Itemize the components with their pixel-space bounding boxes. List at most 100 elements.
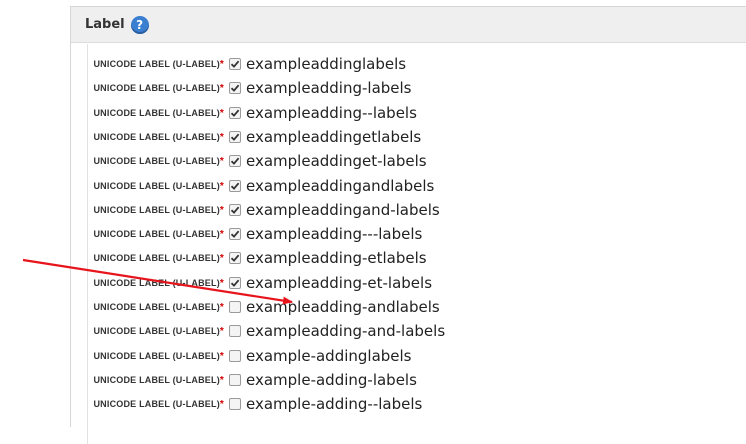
- required-marker: *: [219, 131, 224, 143]
- field-label-text: UNICODE LABEL (U-LABEL): [93, 156, 220, 167]
- field-label: UNICODE LABEL (U-LABEL)*: [88, 59, 224, 70]
- label-value: exampleaddinglabels: [246, 55, 407, 73]
- list-item: UNICODE LABEL (U-LABEL)* example-addingla…: [88, 345, 688, 369]
- list-item: UNICODE LABEL (U-LABEL)* example-adding--…: [88, 393, 688, 417]
- check-icon: [230, 157, 240, 166]
- checkbox-unchecked[interactable]: [229, 325, 241, 338]
- field-label: UNICODE LABEL (U-LABEL)*: [88, 278, 224, 289]
- list-item: UNICODE LABEL (U-LABEL)* exampleaddinglab…: [88, 53, 688, 77]
- checkbox-unchecked[interactable]: [229, 398, 241, 411]
- label-value: exampleaddingand-labels: [246, 200, 440, 219]
- label-value: exampleaddinget-labels: [246, 152, 427, 171]
- field-label-text: UNICODE LABEL (U-LABEL): [93, 59, 220, 69]
- list-item: UNICODE LABEL (U-LABEL)* exampleadding-la…: [88, 77, 688, 101]
- list-item: UNICODE LABEL (U-LABEL)* exampleaddingetl…: [88, 126, 688, 150]
- required-marker: *: [219, 229, 224, 241]
- field-label: UNICODE LABEL (U-LABEL)*: [88, 375, 224, 386]
- label-value: exampleaddingetlabels: [246, 127, 422, 146]
- checkbox-checked[interactable]: [229, 82, 241, 95]
- checkbox-checked[interactable]: [229, 228, 241, 241]
- label-value: exampleaddingandlabels: [246, 176, 435, 195]
- required-marker: *: [219, 59, 224, 70]
- field-label: UNICODE LABEL (U-LABEL)*: [88, 83, 224, 94]
- panel-title: Label: [85, 17, 125, 32]
- field-label-text: UNICODE LABEL (U-LABEL): [93, 83, 220, 94]
- check-icon: [230, 84, 240, 93]
- required-marker: *: [219, 326, 224, 338]
- required-marker: *: [219, 350, 224, 362]
- required-marker: *: [219, 302, 224, 313]
- check-icon: [230, 279, 240, 287]
- label-panel: Label ? UNICODE LABEL (U-LABEL)* examplea…: [70, 6, 746, 444]
- required-marker: *: [219, 180, 224, 192]
- field-label-text: UNICODE LABEL (U-LABEL): [93, 253, 220, 264]
- checkbox-checked[interactable]: [229, 179, 241, 192]
- required-marker: *: [219, 253, 224, 265]
- check-icon: [230, 109, 240, 117]
- checkbox-checked[interactable]: [229, 130, 241, 143]
- field-label-text: UNICODE LABEL (U-LABEL): [93, 350, 220, 361]
- required-marker: *: [219, 374, 224, 386]
- help-icon[interactable]: ?: [130, 15, 149, 34]
- checkbox-checked[interactable]: [229, 58, 241, 70]
- field-label: UNICODE LABEL (U-LABEL)*: [88, 229, 224, 240]
- field-label-text: UNICODE LABEL (U-LABEL): [93, 326, 220, 337]
- checkbox-unchecked[interactable]: [229, 349, 241, 362]
- list-item: UNICODE LABEL (U-LABEL)* exampleadding--l…: [88, 102, 688, 126]
- field-label-text: UNICODE LABEL (U-LABEL): [93, 180, 220, 191]
- label-value: exampleadding-et-labels: [246, 273, 433, 292]
- label-value: exampleadding--labels: [246, 103, 417, 122]
- checkbox-unchecked[interactable]: [229, 373, 241, 386]
- check-icon: [230, 230, 240, 239]
- panel-body: UNICODE LABEL (U-LABEL)* exampleaddinglab…: [87, 44, 746, 444]
- field-label: UNICODE LABEL (U-LABEL)*: [88, 253, 224, 264]
- checkbox-checked[interactable]: [229, 106, 241, 119]
- checkbox-checked[interactable]: [229, 276, 241, 289]
- label-value: exampleadding---labels: [246, 225, 423, 244]
- field-label: UNICODE LABEL (U-LABEL)*: [88, 108, 224, 119]
- field-label-text: UNICODE LABEL (U-LABEL): [93, 229, 220, 240]
- required-marker: *: [219, 107, 224, 119]
- list-item: UNICODE LABEL (U-LABEL)* exampleaddinget-…: [88, 150, 688, 174]
- list-item: UNICODE LABEL (U-LABEL)* exampleadding-an…: [88, 320, 688, 344]
- field-label: UNICODE LABEL (U-LABEL)*: [88, 399, 224, 410]
- check-icon: [230, 60, 240, 68]
- field-label: UNICODE LABEL (U-LABEL)*: [88, 181, 224, 192]
- required-marker: *: [219, 83, 224, 95]
- required-marker: *: [219, 156, 224, 168]
- checkbox-checked[interactable]: [229, 155, 241, 168]
- list-item: UNICODE LABEL (U-LABEL)* exampleaddingand…: [88, 175, 688, 199]
- required-marker: *: [219, 399, 224, 411]
- label-value: exampleadding-andlabels: [246, 298, 440, 316]
- field-label: UNICODE LABEL (U-LABEL)*: [88, 156, 224, 167]
- list-item: UNICODE LABEL (U-LABEL)* exampleadding---…: [88, 223, 688, 247]
- field-label: UNICODE LABEL (U-LABEL)*: [88, 302, 224, 313]
- required-marker: *: [219, 204, 224, 216]
- required-marker: *: [219, 277, 224, 289]
- field-label-text: UNICODE LABEL (U-LABEL): [93, 374, 220, 385]
- label-value: exampleadding-and-labels: [246, 322, 446, 341]
- field-label: UNICODE LABEL (U-LABEL)*: [88, 326, 224, 337]
- list-item: UNICODE LABEL (U-LABEL)* exampleadding-et…: [88, 272, 688, 296]
- check-icon: [230, 182, 240, 190]
- list-item: UNICODE LABEL (U-LABEL)* exampleadding-et…: [88, 247, 688, 271]
- checkbox-checked[interactable]: [229, 203, 241, 216]
- field-label-text: UNICODE LABEL (U-LABEL): [93, 204, 220, 215]
- field-label: UNICODE LABEL (U-LABEL)*: [88, 132, 224, 143]
- field-label-text: UNICODE LABEL (U-LABEL): [93, 107, 220, 118]
- list-item: UNICODE LABEL (U-LABEL)* exampleaddingand…: [88, 199, 688, 223]
- field-label: UNICODE LABEL (U-LABEL)*: [88, 351, 224, 362]
- list-item: UNICODE LABEL (U-LABEL)* example-adding-l…: [88, 369, 688, 393]
- checkbox-unchecked[interactable]: [229, 301, 241, 313]
- check-icon: [230, 255, 240, 263]
- check-icon: [230, 206, 240, 214]
- label-value: example-adding-labels: [246, 370, 417, 389]
- field-label-text: UNICODE LABEL (U-LABEL): [93, 399, 220, 410]
- field-label-text: UNICODE LABEL (U-LABEL): [93, 302, 220, 312]
- label-value: exampleadding-etlabels: [246, 249, 427, 268]
- field-label-text: UNICODE LABEL (U-LABEL): [93, 131, 220, 142]
- field-label-text: UNICODE LABEL (U-LABEL): [93, 277, 220, 288]
- label-value: example-addinglabels: [246, 346, 412, 365]
- list-item: UNICODE LABEL (U-LABEL)* exampleadding-an…: [88, 296, 688, 320]
- checkbox-checked[interactable]: [229, 252, 241, 265]
